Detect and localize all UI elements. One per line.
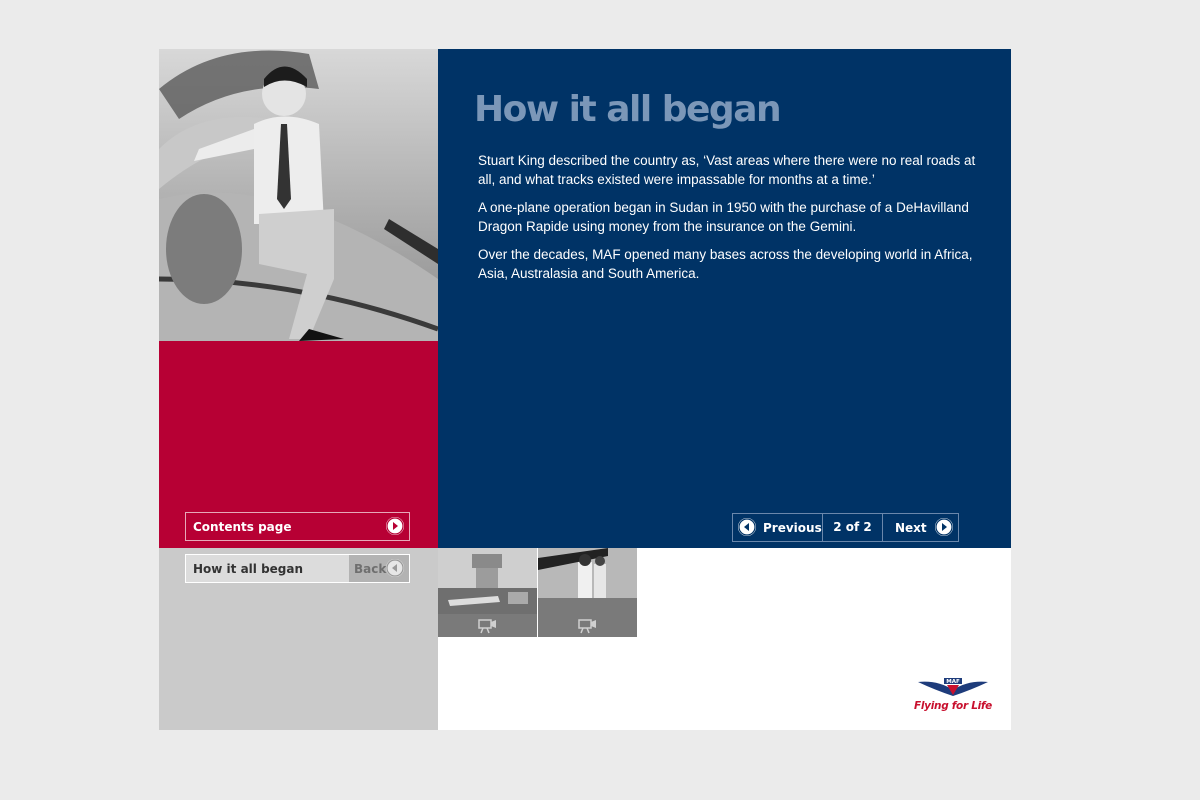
arrow-left-icon bbox=[386, 559, 404, 577]
hero-photo bbox=[159, 49, 438, 341]
paragraph: A one-plane operation began in Sudan in … bbox=[478, 200, 969, 234]
paragraph: Stuart King described the country as, ‘V… bbox=[478, 153, 976, 187]
paragraph: Over the decades, MAF opened many bases … bbox=[478, 247, 973, 281]
body-text: Stuart King described the country as, ‘V… bbox=[478, 152, 978, 293]
logo-text: MAF bbox=[946, 679, 960, 685]
contents-page-button[interactable]: Contents page bbox=[185, 512, 410, 541]
thumbnail-image bbox=[538, 548, 637, 614]
video-thumbnail[interactable] bbox=[438, 548, 537, 637]
breadcrumb-label: How it all began bbox=[193, 562, 304, 576]
thumbnail-bar bbox=[538, 614, 637, 637]
previous-button[interactable]: Previous bbox=[733, 514, 823, 541]
arrow-right-icon bbox=[935, 518, 953, 536]
breadcrumb: How it all began Back bbox=[185, 554, 410, 583]
back-label: Back bbox=[354, 562, 387, 576]
contents-page-label: Contents page bbox=[193, 520, 292, 534]
app-window: Contents page How it all began Back How … bbox=[159, 49, 1011, 730]
pager: Previous 2 of 2 Next bbox=[732, 513, 959, 542]
page-counter: 2 of 2 bbox=[823, 514, 883, 541]
thumbnail-image bbox=[438, 548, 537, 614]
back-button[interactable]: Back bbox=[349, 555, 409, 582]
wings-icon: MAF bbox=[918, 678, 988, 696]
thumbnail-bar bbox=[438, 614, 537, 637]
logo-tagline: Flying for Life bbox=[914, 700, 992, 712]
grey-sidebar: How it all began Back bbox=[159, 548, 438, 730]
page-title: How it all began bbox=[474, 89, 782, 130]
next-button[interactable]: Next bbox=[883, 514, 958, 541]
content-panel: How it all began Stuart King described t… bbox=[438, 49, 1011, 548]
next-label: Next bbox=[895, 521, 927, 535]
arrow-right-icon bbox=[386, 517, 404, 535]
video-thumbnail[interactable] bbox=[538, 548, 637, 637]
maf-logo: MAF Flying for Life bbox=[913, 676, 993, 712]
red-panel: Contents page bbox=[159, 341, 438, 548]
previous-label: Previous bbox=[763, 521, 822, 535]
arrow-left-icon bbox=[738, 518, 756, 536]
